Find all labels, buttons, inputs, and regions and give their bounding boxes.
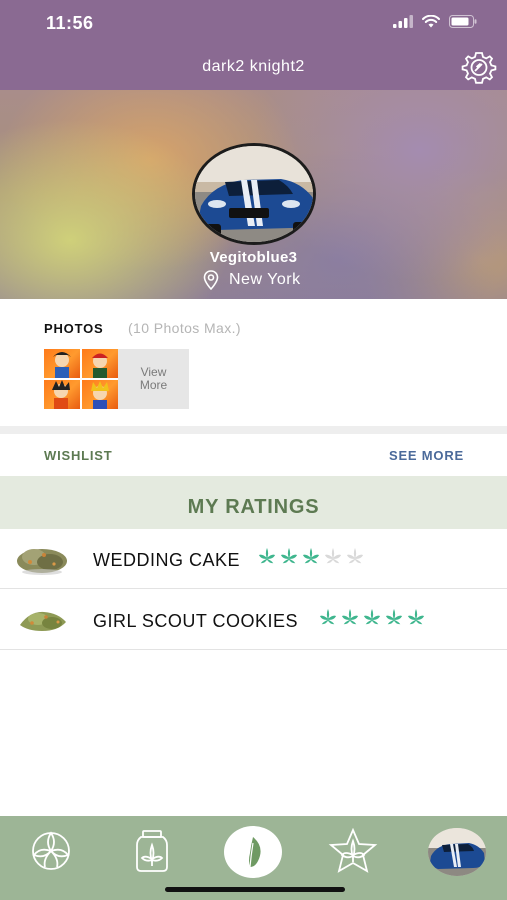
tab-explore[interactable] (24, 828, 78, 874)
battery-icon (449, 15, 477, 28)
status-icons (393, 15, 477, 28)
profile-avatar (428, 828, 486, 876)
gear-icon (461, 52, 497, 84)
status-bar: 11:56 (0, 0, 507, 44)
strain-name: WEDDING CAKE (93, 550, 241, 570)
cartoon-photo (91, 381, 109, 409)
ratings-header: MY RATINGS (0, 476, 507, 529)
view-more-line2: More (139, 378, 168, 392)
star-leaf-icon (328, 828, 378, 873)
section-divider (0, 426, 507, 434)
page-title: dark2 knight2 (202, 58, 305, 75)
photos-section: PHOTOS (10 Photos Max.) View More (0, 299, 507, 426)
view-more-photos-button[interactable]: View More (118, 349, 189, 409)
bud-image (17, 549, 67, 575)
ratings-title: MY RATINGS (187, 496, 320, 518)
rating-leaves (258, 547, 364, 565)
signal-icon (393, 15, 413, 28)
settings-button[interactable] (459, 49, 499, 85)
rating-leaf-filled-icon (319, 608, 337, 625)
rating-leaves (319, 608, 425, 626)
photo-grid[interactable] (44, 349, 118, 409)
rating-leaf-filled-icon (385, 608, 403, 625)
photo-thumbnail[interactable] (82, 380, 118, 409)
wishlist-row: WISHLIST SEE MORE (0, 434, 507, 476)
strain-name: GIRL SCOUT COOKIES (93, 611, 299, 631)
rating-leaf-filled-icon (258, 547, 276, 564)
rating-leaf-filled-icon (341, 608, 359, 625)
bud-image (20, 611, 66, 631)
photos-title: PHOTOS (44, 321, 104, 336)
cartoon-photo (92, 353, 108, 378)
nav-bar: dark2 knight2 (0, 44, 507, 90)
leaf-icon (249, 837, 261, 868)
location-text: New York (229, 271, 301, 288)
explore-icon (32, 831, 70, 870)
see-more-link[interactable]: SEE MORE (389, 448, 464, 463)
jar-icon (136, 830, 168, 872)
cartoon-photo (53, 352, 71, 378)
wifi-icon (422, 15, 440, 28)
tab-jar[interactable] (125, 828, 179, 874)
rating-leaf-empty-icon (324, 547, 342, 564)
location-pin-icon (203, 270, 219, 290)
rating-leaf-filled-icon (363, 608, 381, 625)
rating-leaf-empty-icon (346, 547, 364, 564)
rating-row[interactable]: GIRL SCOUT COOKIES (0, 590, 507, 650)
avatar[interactable] (192, 143, 316, 245)
photo-thumbnail[interactable] (44, 349, 80, 378)
cartoon-photo (52, 380, 70, 409)
rating-leaf-filled-icon (302, 547, 320, 564)
wishlist-label: WISHLIST (44, 448, 113, 463)
username: Vegitoblue3 (209, 249, 298, 266)
home-indicator (165, 887, 345, 892)
photo-thumbnail[interactable] (82, 349, 118, 378)
tab-ratings[interactable] (326, 828, 380, 874)
rating-leaf-filled-icon (280, 547, 298, 564)
status-time: 11:56 (46, 13, 94, 33)
car-photo (195, 146, 313, 242)
rating-row[interactable]: WEDDING CAKE (0, 529, 507, 589)
rating-leaf-filled-icon (407, 608, 425, 625)
profile-hero: Vegitoblue3 New York (0, 90, 507, 299)
tab-home[interactable] (224, 826, 282, 878)
location: New York (203, 270, 301, 290)
photo-thumbnail[interactable] (44, 380, 80, 409)
tab-profile-avatar[interactable] (428, 828, 486, 876)
photos-limit: (10 Photos Max.) (128, 320, 241, 336)
